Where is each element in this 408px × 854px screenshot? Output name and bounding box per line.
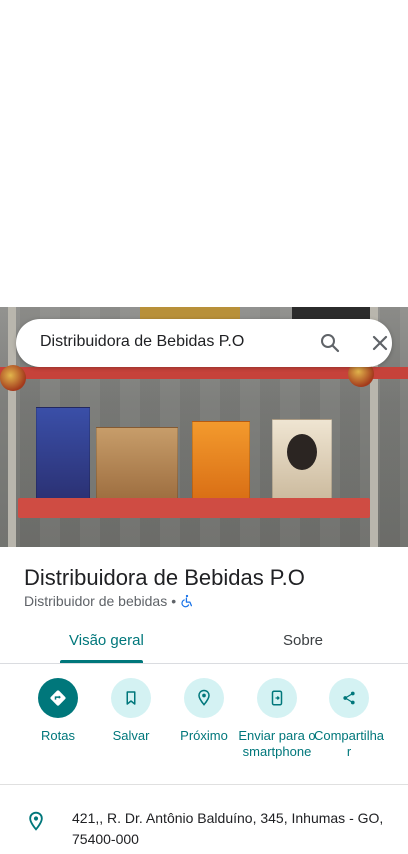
photo-shelf-post	[8, 307, 16, 547]
send-to-phone-label: Enviar para o smartphone	[238, 728, 316, 759]
separator-dot: •	[171, 593, 177, 609]
share-button[interactable]: Compartilhar	[309, 678, 389, 760]
photo-shelf	[0, 367, 408, 379]
share-label: Compartilhar	[313, 728, 385, 759]
nearby-label: Próximo	[180, 728, 228, 743]
tab-about[interactable]: Sobre	[283, 632, 323, 649]
directions-label: Rotas	[41, 728, 75, 743]
search-input[interactable]: Distribuidora de Bebidas P.O	[40, 333, 244, 351]
nearby-icon	[184, 678, 224, 718]
action-bar: Rotas Salvar Próximo Enviar para o smart…	[0, 678, 408, 784]
photo-top-box	[140, 307, 240, 319]
divider	[0, 784, 408, 785]
address-text: 421,, R. Dr. Antônio Balduíno, 345, Inhu…	[72, 810, 384, 847]
tab-overview[interactable]: Visão geral	[69, 632, 144, 649]
place-title: Distribuidora de Bebidas P.O	[24, 565, 305, 590]
photo-garland	[0, 365, 26, 391]
wheelchair-icon	[181, 594, 193, 608]
close-icon[interactable]	[368, 331, 392, 355]
share-icon	[329, 678, 369, 718]
nearby-button[interactable]: Próximo	[164, 678, 244, 744]
search-bar[interactable]: Distribuidora de Bebidas P.O	[16, 319, 392, 367]
photo-product	[96, 427, 178, 507]
directions-icon	[38, 678, 78, 718]
photo-top-box	[292, 307, 372, 319]
photo-product	[192, 421, 250, 507]
save-label: Salvar	[112, 728, 150, 743]
photo-shelf	[18, 498, 370, 518]
save-button[interactable]: Salvar	[91, 678, 171, 744]
directions-button[interactable]: Rotas	[18, 678, 98, 744]
photo-product	[272, 419, 332, 507]
bookmark-icon	[111, 678, 151, 718]
send-to-phone-button[interactable]: Enviar para o smartphone	[237, 678, 317, 760]
tab-bar: Visão geral Sobre	[0, 620, 408, 664]
active-tab-indicator	[60, 660, 143, 663]
place-category: Distribuidor de bebidas	[24, 593, 168, 609]
search-icon[interactable]	[318, 331, 342, 355]
photo-product	[36, 407, 90, 507]
location-pin-icon	[29, 811, 43, 831]
place-subtitle: Distribuidor de bebidas •	[24, 593, 194, 609]
send-to-phone-icon	[257, 678, 297, 718]
